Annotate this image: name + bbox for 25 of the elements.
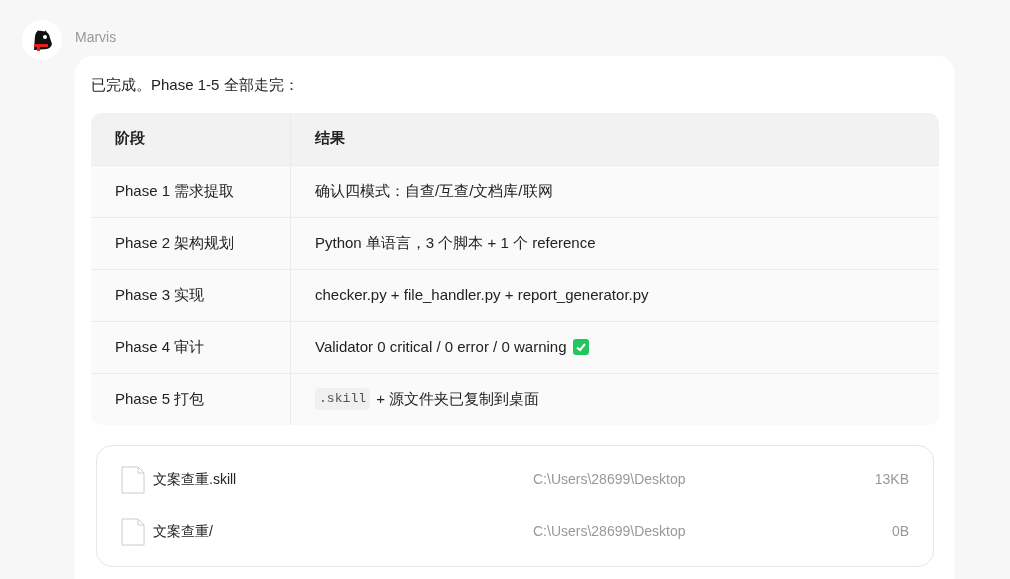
- table-cell-text: Phase 2 架构规划: [115, 232, 235, 253]
- avatar-icon: [22, 20, 62, 60]
- table-cell-text: Phase 5 打包: [115, 388, 205, 409]
- table-cell-text: Phase 3 实现: [115, 284, 205, 305]
- check-icon: [572, 339, 589, 355]
- file-size: 0B: [891, 522, 909, 541]
- file-icon: [121, 465, 145, 494]
- sender-name: Marvis: [75, 28, 118, 47]
- column-header: 结果: [315, 128, 345, 149]
- file-path: C:\Users\28699\Desktop: [533, 522, 687, 541]
- message-text: 已完成。Phase 1-5 全部走完：: [91, 75, 300, 95]
- file-icon: [121, 517, 145, 546]
- column-header: 阶段: [115, 128, 145, 149]
- code-chip: .skill: [315, 388, 371, 410]
- table-cell-text: Phase 1 需求提取: [115, 180, 235, 201]
- file-size: 13KB: [874, 470, 909, 489]
- file-name[interactable]: 文案查重.skill: [153, 469, 533, 490]
- table-cell-text: checker.py + file_handler.py + report_generator.py: [315, 284, 649, 305]
- table-cell-text: Python 单语言，3 个脚本 + 1 个 reference: [315, 232, 596, 253]
- file-name[interactable]: 文案查重/: [153, 521, 533, 542]
- table-cell-text: + 源文件夹已复制到桌面: [376, 388, 540, 409]
- file-path: C:\Users\28699\Desktop: [533, 470, 687, 489]
- table-cell-text: Phase 4 审计: [115, 336, 205, 357]
- table-cell-text: Validator 0 critical / 0 error / 0 warning: [315, 336, 567, 357]
- table-cell-text: 确认四模式：自查/互查/文档库/联网: [315, 180, 553, 201]
